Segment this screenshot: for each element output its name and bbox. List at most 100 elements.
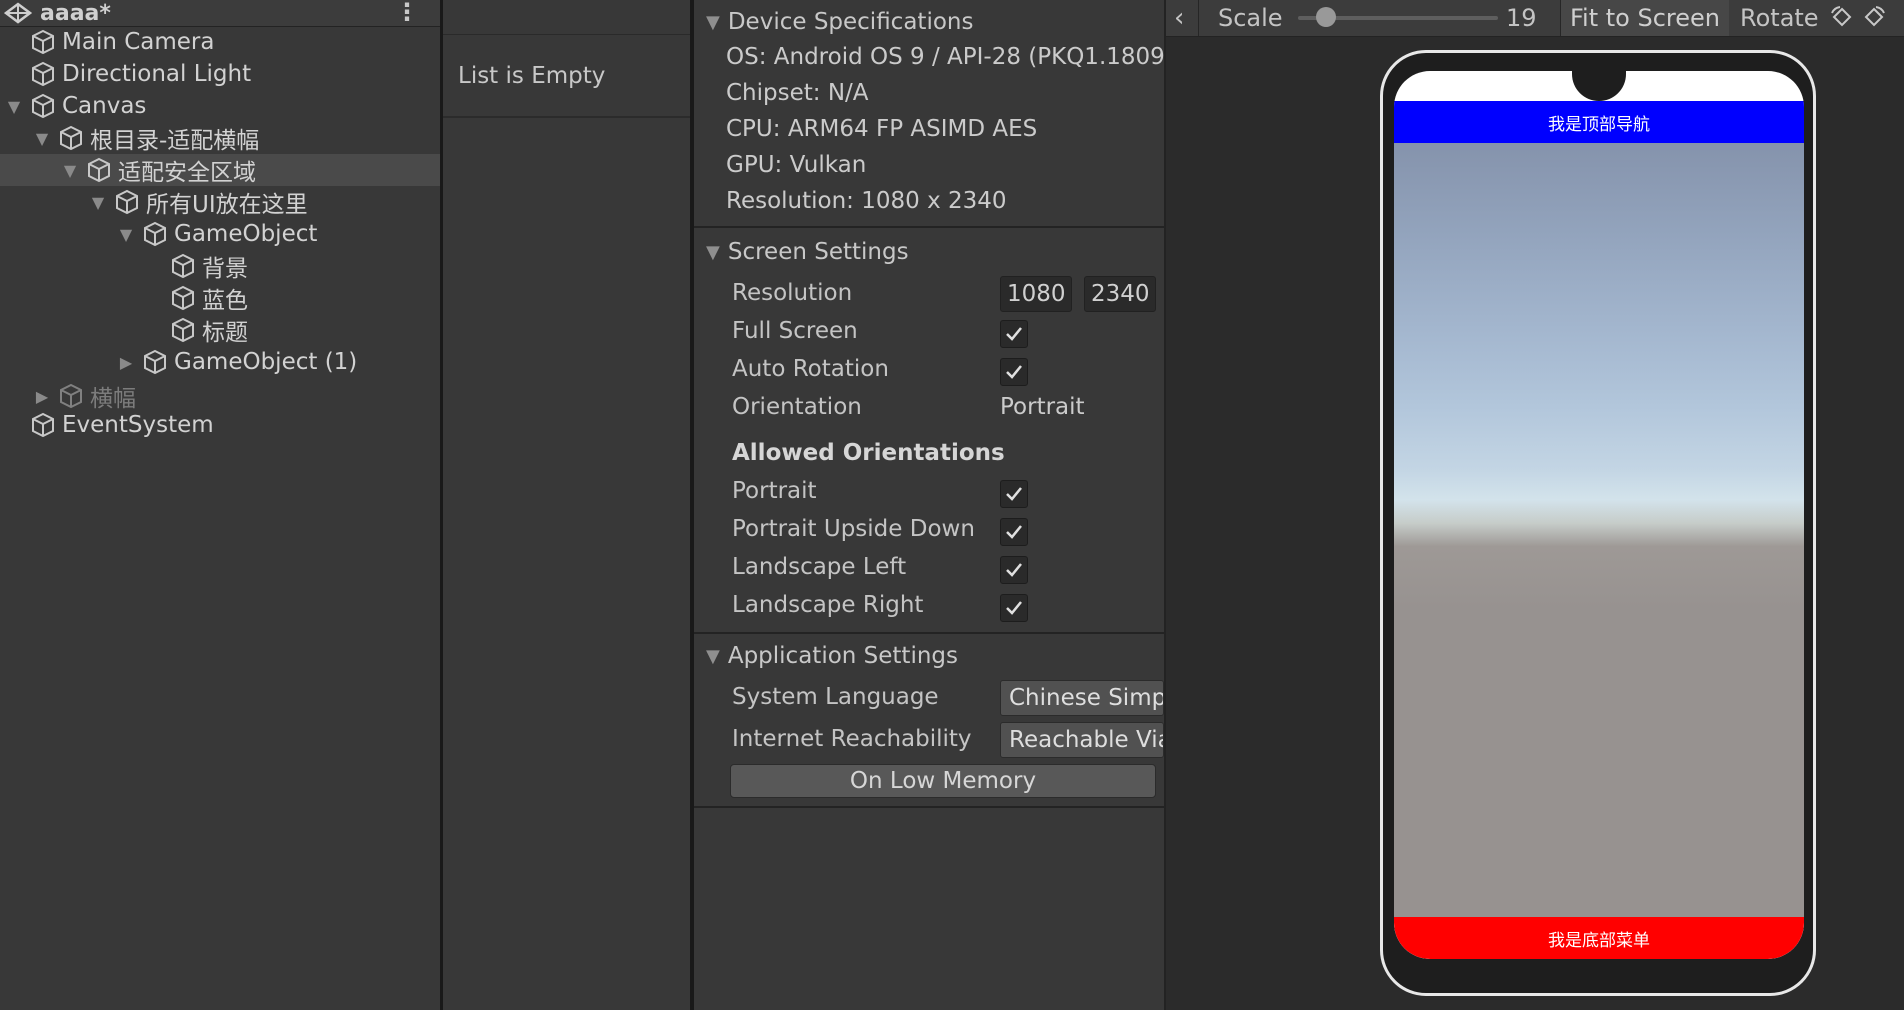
gameobject-cube-icon	[88, 157, 110, 183]
foldout-arrow-icon[interactable]: ▼	[706, 12, 720, 33]
list-empty-text: List is Empty	[443, 35, 690, 118]
system-language-label: System Language	[732, 684, 939, 710]
hierarchy-item-gameobject-1[interactable]: ▶ GameObject (1)	[0, 346, 440, 378]
portrait-label: Portrait	[732, 478, 817, 504]
expand-arrow-icon[interactable]: ▼	[88, 193, 108, 212]
hierarchy-item-label: EventSystem	[62, 412, 214, 438]
section-screen-settings[interactable]: ▼ Screen Settings	[694, 234, 1164, 270]
auto-rotation-label: Auto Rotation	[732, 356, 889, 382]
low-memory-button[interactable]: On Low Memory	[730, 764, 1156, 798]
landscape-left-checkbox[interactable]	[1000, 556, 1028, 584]
hierarchy-item-label: GameObject (1)	[174, 349, 358, 375]
hierarchy-item-label: 标题	[202, 320, 248, 346]
game-view-skybox	[1394, 143, 1804, 919]
section-title: Application Settings	[727, 643, 959, 669]
hierarchy-item-background[interactable]: 背景	[0, 250, 440, 282]
list-panel: List is Empty	[443, 0, 694, 1010]
bottom-menu-bar: 我是底部菜单	[1394, 917, 1804, 959]
fit-to-screen-button[interactable]: Fit to Screen	[1560, 0, 1729, 36]
expand-arrow-icon[interactable]: ▼	[32, 129, 52, 148]
hierarchy-item-label: Main Camera	[62, 29, 215, 55]
gameobject-cube-icon	[116, 189, 138, 215]
checkmark-icon	[1006, 563, 1022, 577]
full-screen-label: Full Screen	[732, 318, 858, 344]
checkmark-icon	[1006, 525, 1022, 539]
gameobject-cube-icon	[32, 412, 54, 438]
spec-cpu: CPU: ARM64 FP ASIMD AES	[726, 116, 1038, 142]
gameobject-cube-icon	[32, 29, 54, 55]
hierarchy-item-blue[interactable]: 蓝色	[0, 282, 440, 314]
checkmark-icon	[1006, 601, 1022, 615]
gameobject-cube-icon	[172, 253, 194, 279]
unity-logo-icon	[4, 2, 32, 24]
scale-value: 19	[1506, 4, 1537, 32]
device-frame: 我是顶部导航 我是底部菜单	[1380, 50, 1816, 996]
hierarchy-item-canvas[interactable]: ▼ Canvas	[0, 90, 440, 122]
foldout-arrow-icon[interactable]: ▼	[706, 242, 720, 263]
top-navigation-bar: 我是顶部导航	[1394, 101, 1804, 143]
section-divider	[694, 226, 1164, 228]
hierarchy-item-title[interactable]: 标题	[0, 314, 440, 346]
landscape-right-label: Landscape Right	[732, 592, 924, 618]
hierarchy-item-label: 根目录-适配横幅	[90, 128, 260, 154]
hierarchy-item-all-ui[interactable]: ▼ 所有UI放在这里	[0, 186, 440, 218]
internet-reachability-dropdown[interactable]: Reachable Via	[1000, 722, 1164, 758]
full-screen-checkbox[interactable]	[1000, 320, 1028, 348]
device-inspector-panel: ▼ Device Specifications OS: Android OS 9…	[694, 0, 1166, 1010]
section-device-specs[interactable]: ▼ Device Specifications	[694, 4, 1164, 40]
hierarchy-item-directional-light[interactable]: Directional Light	[0, 58, 440, 90]
orientation-label: Orientation	[732, 394, 862, 420]
portrait-checkbox[interactable]	[1000, 480, 1028, 508]
rotate-right-icon[interactable]	[1860, 5, 1888, 31]
checkmark-icon	[1006, 365, 1022, 379]
section-title: Device Specifications	[727, 9, 974, 35]
orientation-value: Portrait	[1000, 394, 1085, 420]
hierarchy-item-banner[interactable]: ▶ 横幅	[0, 380, 440, 412]
internet-reachability-label: Internet Reachability	[732, 726, 972, 752]
portrait-upside-down-checkbox[interactable]	[1000, 518, 1028, 546]
resolution-height-field[interactable]: 2340	[1084, 276, 1156, 312]
list-panel-header	[443, 0, 690, 35]
hierarchy-item-main-camera[interactable]: Main Camera	[0, 26, 440, 58]
scene-name: aaaa*	[40, 0, 111, 26]
section-application-settings[interactable]: ▼ Application Settings	[694, 638, 1164, 674]
section-divider	[694, 806, 1164, 808]
hierarchy-item-label: 所有UI放在这里	[146, 192, 308, 218]
toolbar-separator	[1198, 0, 1199, 36]
section-divider	[694, 632, 1164, 634]
hierarchy-item-event-system[interactable]: EventSystem	[0, 409, 440, 441]
hierarchy-item-root-banner[interactable]: ▼ 根目录-适配横幅	[0, 122, 440, 154]
gameobject-cube-icon	[172, 317, 194, 343]
foldout-arrow-icon[interactable]: ▼	[706, 646, 720, 667]
rotate-label: Rotate	[1740, 4, 1819, 32]
more-options-icon[interactable]: ⋮	[395, 0, 420, 26]
hierarchy-item-gameobject[interactable]: ▼ GameObject	[0, 218, 440, 250]
landscape-left-label: Landscape Left	[732, 554, 907, 580]
landscape-right-checkbox[interactable]	[1000, 594, 1028, 622]
chevron-left-icon[interactable]: ‹	[1174, 0, 1184, 36]
collapse-arrow-icon[interactable]: ▶	[32, 387, 52, 406]
spec-resolution: Resolution: 1080 x 2340	[726, 188, 1007, 214]
hierarchy-item-label: Directional Light	[62, 61, 252, 87]
hierarchy-item-label: 适配安全区域	[118, 160, 256, 186]
expand-arrow-icon[interactable]: ▼	[60, 161, 80, 180]
scale-slider-handle[interactable]	[1316, 7, 1336, 27]
allowed-orientations-title: Allowed Orientations	[732, 440, 1005, 466]
expand-arrow-icon[interactable]: ▼	[116, 225, 136, 244]
device-notch	[1572, 71, 1626, 101]
gameobject-cube-icon	[144, 349, 166, 375]
rotate-left-icon[interactable]	[1828, 5, 1856, 31]
system-language-dropdown[interactable]: Chinese Simp	[1000, 680, 1164, 716]
hierarchy-header[interactable]: aaaa* ⋮	[0, 0, 440, 27]
spec-chipset: Chipset: N/A	[726, 80, 869, 106]
expand-arrow-icon[interactable]: ▼	[4, 97, 24, 116]
hierarchy-item-safe-area[interactable]: ▼ 适配安全区域	[0, 154, 440, 186]
hierarchy-panel: aaaa* ⋮ Main Camera Directional Light ▼ …	[0, 0, 443, 1010]
gameobject-cube-icon	[32, 61, 54, 87]
auto-rotation-checkbox[interactable]	[1000, 358, 1028, 386]
hierarchy-item-label: 蓝色	[202, 288, 248, 314]
hierarchy-item-label: Canvas	[62, 93, 147, 119]
gameobject-cube-icon	[60, 383, 82, 409]
collapse-arrow-icon[interactable]: ▶	[116, 353, 136, 372]
resolution-width-field[interactable]: 1080	[1000, 276, 1072, 312]
